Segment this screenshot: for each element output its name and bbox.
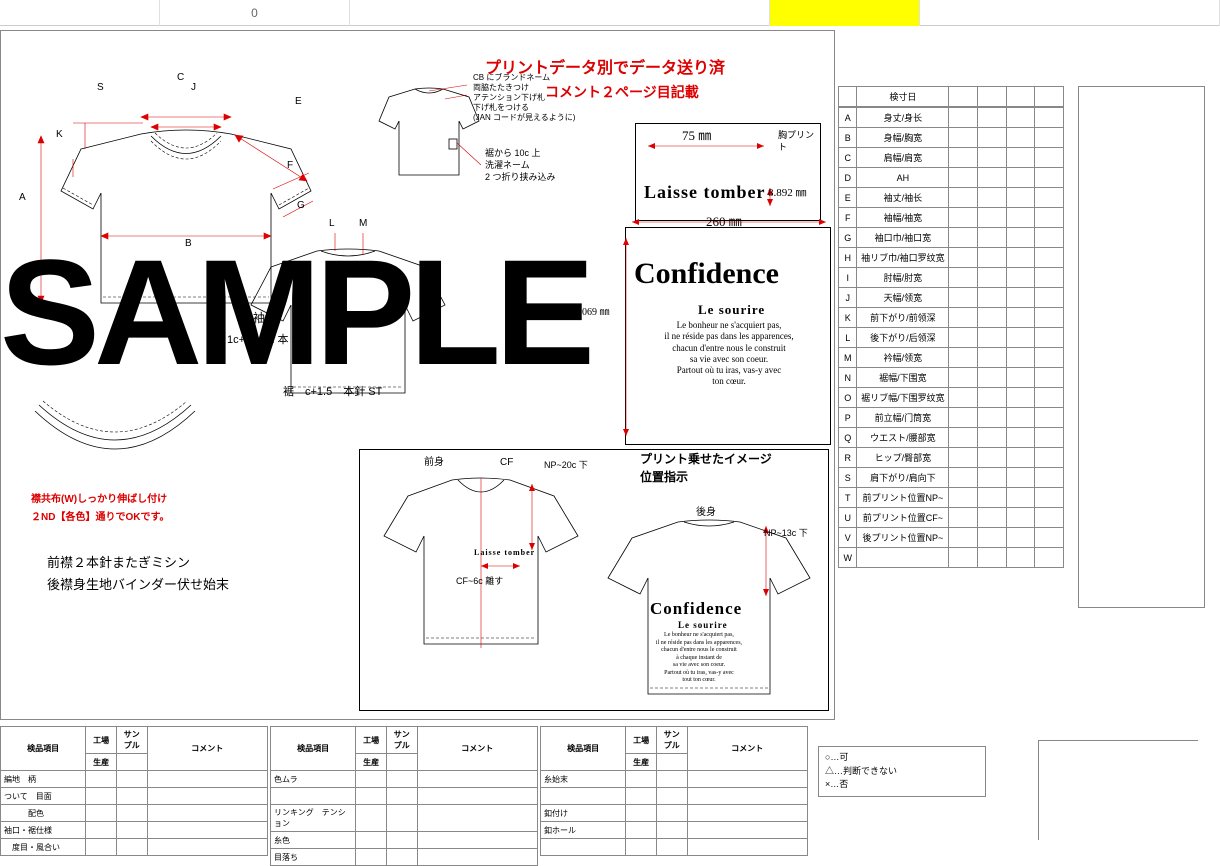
print-body: Le bonheur ne s'acquiert pas, il ne rési…	[646, 320, 812, 388]
back-flat-top-icon	[369, 75, 489, 185]
spec-row: T前プリント位置NP~	[839, 488, 1064, 508]
spec-row: J天幅/领宽	[839, 288, 1064, 308]
back-sub: Le sourire	[678, 620, 728, 632]
collar-detail-icon	[25, 401, 205, 491]
chest-print-spec: 75 ㎜ 胸プリント Laisse tomber 8.892 ㎜	[635, 123, 821, 221]
qc-row	[541, 788, 808, 805]
spec-row: V後プリント位置NP~	[839, 528, 1064, 548]
qc-row: 釦付け	[541, 805, 808, 822]
spec-row: DAH	[839, 168, 1064, 188]
dim-height: 8.892 ㎜	[768, 186, 807, 200]
dim-letter: F	[287, 159, 293, 172]
label: NP~13c 下	[764, 528, 808, 540]
front-print: Laisse tomber	[474, 548, 535, 558]
qc-row: 糸始末	[541, 771, 808, 788]
sleeve-note: 1c+1 ／ 2 本 ST	[227, 333, 306, 347]
label: CF~6c 離す	[456, 576, 503, 588]
spec-row: G袖口巾/袖口宽	[839, 228, 1064, 248]
topbar-cell	[0, 0, 160, 26]
spec-sheet: 0 プリントデータ別でデータ送り済 コメント２ページ目記載	[0, 0, 1220, 848]
qc-row: 目落ち	[271, 849, 538, 866]
dim-letter: C	[177, 71, 184, 84]
spec-row: B身幅/胸宽	[839, 128, 1064, 148]
spec-row: K前下がり/前领深	[839, 308, 1064, 328]
spec-row: E袖丈/袖长	[839, 188, 1064, 208]
back-title: Confidence	[650, 598, 742, 620]
back-body: Le bonheur ne s'acquiert pas, il ne rési…	[634, 632, 764, 685]
qc-table-3: 検品項目工場サンプルコメント生産糸始末釦付け釦ホール	[540, 726, 808, 856]
spec-row: M衿幅/领宽	[839, 348, 1064, 368]
spec-row: C肩幅/肩宽	[839, 148, 1064, 168]
spec-row: S肩下がり/肩向下	[839, 468, 1064, 488]
spec-row: U前プリント位置CF~	[839, 508, 1064, 528]
spec-row: O裾リブ幅/下围罗纹宽	[839, 388, 1064, 408]
spec-row: F袖幅/袖宽	[839, 208, 1064, 228]
top-bar: 0	[0, 0, 1220, 26]
label: 後身	[696, 506, 716, 519]
spec-table: 検寸日	[838, 86, 1064, 107]
spec-row: Rヒップ/臀部宽	[839, 448, 1064, 468]
right-blank-2	[1038, 740, 1198, 840]
right-blank-1	[1078, 86, 1205, 608]
qc-row: 配色	[1, 805, 268, 822]
topbar-cell	[920, 0, 1220, 26]
qc-row	[541, 839, 808, 856]
spec-row: A身丈/身长	[839, 108, 1064, 128]
topbar-cell	[350, 0, 770, 26]
spec-row: L後下がり/后领深	[839, 328, 1064, 348]
spec-row: I肘幅/肘宽	[839, 268, 1064, 288]
qc-row: ついて 目面	[1, 788, 268, 805]
dim-letter: A	[19, 191, 26, 204]
spec-row: P前立幅/门筒宽	[839, 408, 1064, 428]
dim-letter: M	[359, 217, 367, 230]
front-shirt-icon	[372, 460, 590, 660]
drawing-canvas: プリントデータ別でデータ送り済 コメント２ページ目記載	[0, 30, 835, 720]
qc-legend: ○…可 △…判断できない ×…否	[818, 746, 986, 797]
dim-sub: 069 ㎜	[582, 306, 610, 319]
panel-title: プリント乗せたイメージ	[640, 452, 772, 468]
dim-letter: J	[191, 81, 196, 94]
spec-head: 検寸日	[857, 87, 949, 107]
dim-letter: E	[295, 95, 302, 108]
spec-row: H袖リブ巾/袖口罗纹宽	[839, 248, 1064, 268]
dim-letter: B	[185, 237, 192, 250]
print-sub: Le sourire	[698, 302, 765, 319]
sewing-note: 前襟２本針またぎミシン	[47, 555, 190, 572]
print-text: Laisse tomber	[644, 181, 765, 204]
qc-row: 度目・風合い	[1, 839, 268, 856]
back-print-spec: 260 ㎜ Confidence Le sourire Le bonheur n…	[625, 227, 831, 445]
collar-note: ２ND【各色】通りでOKです。	[31, 511, 169, 524]
hem-note: 裾 c+1.5 本針 ST	[283, 385, 382, 399]
qc-row: 色ムラ	[271, 771, 538, 788]
spec-row: Qウエスト/腰部宽	[839, 428, 1064, 448]
dim-letter: G	[297, 199, 305, 212]
collar-note: 襟共布(W)しっかり伸ばし付け	[31, 493, 167, 506]
panel-subtitle: 位置指示	[640, 470, 688, 486]
sewing-note: 後襟身生地バインダー伏せ始末	[47, 577, 229, 594]
topbar-cell: 0	[160, 0, 350, 26]
spec-row: W	[839, 548, 1064, 568]
qc-row: リンキング テンション	[271, 805, 538, 832]
spec-row: N裾幅/下围宽	[839, 368, 1064, 388]
qc-row: 釦ホール	[541, 822, 808, 839]
spec-table-body: A身丈/身长B身幅/胸宽C肩幅/肩宽DAHE袖丈/袖长F袖幅/袖宽G袖口巾/袖口…	[838, 107, 1064, 568]
dim-letter: K	[56, 128, 63, 141]
qc-row	[271, 788, 538, 805]
qc-row: 袖口・裾仕様	[1, 822, 268, 839]
sleeve-label: 袖口	[253, 311, 277, 327]
note-block: CB にブランドネーム 両脇たたきつけ アテンション下げ札 下げ札をつける (J…	[473, 73, 575, 123]
qc-row: 編地 柄	[1, 771, 268, 788]
layout-panel: 前身 CF NP~20c 下 プリント乗せたイメージ 位置指示 Laisse t…	[359, 449, 829, 711]
qc-row: 糸色	[271, 832, 538, 849]
qc-table-1: 検品項目工場サンプルコメント生産編地 柄ついて 目面 配色袖口・裾仕様 度目・風…	[0, 726, 268, 856]
qc-table-2: 検品項目工場サンプルコメント生産色ムラリンキング テンション糸色目落ち	[270, 726, 538, 866]
note-block: 裾から 10c 上 洗濯ネーム 2 つ折り挟み込み	[485, 147, 556, 183]
spec-table-wrap: 検寸日 A身丈/身长B身幅/胸宽C肩幅/肩宽DAHE袖丈/袖长F袖幅/袖宽G袖口…	[838, 86, 1064, 568]
dim-letter: L	[329, 217, 335, 230]
dim-letter: S	[97, 81, 104, 94]
topbar-highlight	[770, 0, 920, 26]
print-title: Confidence	[634, 254, 779, 293]
